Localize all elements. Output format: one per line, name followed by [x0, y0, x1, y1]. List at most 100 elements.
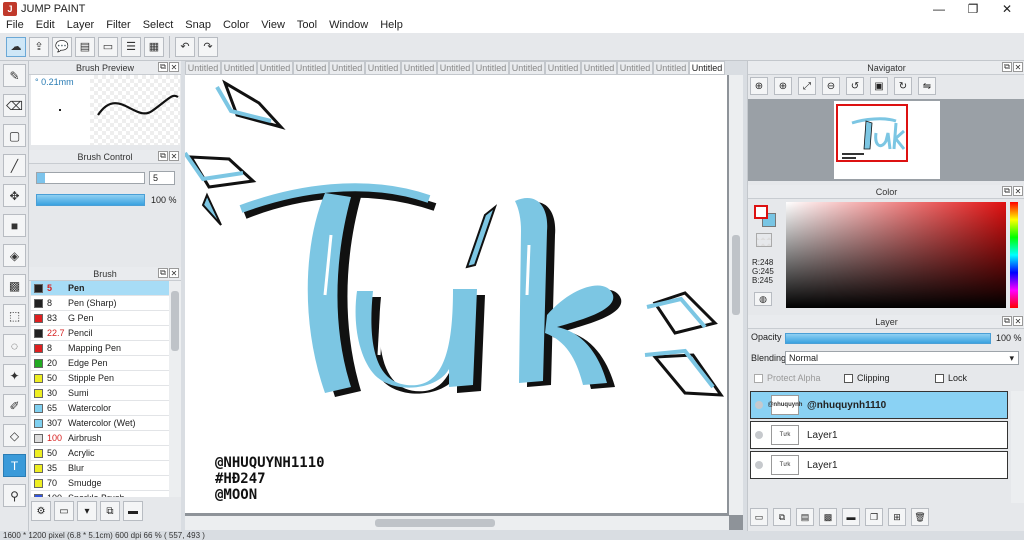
hue-slider[interactable] [1010, 202, 1018, 308]
brush-item[interactable]: 50 Stipple Pen [31, 371, 180, 386]
menu-window[interactable]: Window [323, 19, 374, 31]
reset-view-icon[interactable]: ▣ [870, 77, 888, 95]
brush-menu-icon[interactable]: ▾ [77, 501, 97, 521]
menu-layer[interactable]: Layer [61, 19, 101, 31]
document-tab[interactable]: Untitled [545, 61, 581, 75]
select-pen-tool-icon[interactable]: ✐ [3, 394, 26, 417]
menu-edit[interactable]: Edit [30, 19, 61, 31]
float-panel-icon[interactable]: ⧉ [158, 268, 168, 278]
brush-item[interactable]: 70 Smudge [31, 476, 180, 491]
document-tab[interactable]: Untitled [185, 61, 221, 75]
new-layer-icon[interactable]: ▭ [750, 508, 768, 526]
brush-folder-icon[interactable]: ▬ [123, 501, 143, 521]
navigator-view[interactable] [748, 99, 1024, 181]
flip-icon[interactable]: ⇋ [918, 77, 936, 95]
protect-alpha-checkbox[interactable]: Protect Alpha [754, 373, 821, 383]
brush-item[interactable]: 5 Pen [31, 281, 180, 296]
float-panel-icon[interactable]: ⧉ [158, 62, 168, 72]
layer-folder-icon[interactable]: ▬ [842, 508, 860, 526]
document-tab[interactable]: Untitled [509, 61, 545, 75]
rectangle-tool-icon[interactable]: ▢ [3, 124, 26, 147]
canvas-horizontal-scrollbar[interactable] [185, 516, 729, 530]
document-tab[interactable]: Untitled [653, 61, 689, 75]
brush-item[interactable]: 50 Acrylic [31, 446, 180, 461]
menu-color[interactable]: Color [217, 19, 255, 31]
brush-opacity-slider[interactable] [36, 194, 145, 206]
zoom-in-icon[interactable]: ⊕ [750, 77, 768, 95]
close-panel-icon[interactable]: ✕ [169, 151, 179, 161]
document-tab[interactable]: Untitled [293, 61, 329, 75]
rotate-right-icon[interactable]: ↻ [894, 77, 912, 95]
transparent-color-swatch[interactable] [756, 233, 772, 247]
close-panel-icon[interactable]: ✕ [1013, 316, 1023, 326]
visibility-icon[interactable] [755, 431, 763, 439]
zoom-out-icon[interactable]: ⊖ [822, 77, 840, 95]
menu-snap[interactable]: Snap [179, 19, 217, 31]
list-icon[interactable]: ☰ [121, 36, 141, 57]
brush-settings-icon[interactable]: ⚙ [31, 501, 51, 521]
brush-item[interactable]: 83 G Pen [31, 311, 180, 326]
brush-item[interactable]: 8 Mapping Pen [31, 341, 180, 356]
move-tool-icon[interactable]: ✥ [3, 184, 26, 207]
canvas-vertical-scrollbar[interactable] [729, 75, 743, 515]
minimize-button[interactable]: — [922, 0, 956, 17]
document-tab[interactable]: Untitled [437, 61, 473, 75]
lasso-tool-icon[interactable]: ◌ [3, 334, 26, 357]
fill-rect-tool-icon[interactable]: ■ [3, 214, 26, 237]
document-tab[interactable]: Untitled [473, 61, 509, 75]
layer-row[interactable]: @nhuquynh @nhuquynh1110 [750, 391, 1008, 419]
export-icon[interactable]: ⇪ [29, 36, 49, 57]
visibility-icon[interactable] [755, 401, 763, 409]
float-panel-icon[interactable]: ⧉ [1002, 316, 1012, 326]
close-panel-icon[interactable]: ✕ [1013, 186, 1023, 196]
page-icon[interactable]: ▭ [98, 36, 118, 57]
brush-item[interactable]: 8 Pen (Sharp) [31, 296, 180, 311]
float-panel-icon[interactable]: ⧉ [1002, 186, 1012, 196]
brush-item[interactable]: 22.7 Pencil [31, 326, 180, 341]
duplicate-layer-icon[interactable]: ❐ [865, 508, 883, 526]
line-tool-icon[interactable]: ╱ [3, 154, 26, 177]
rotate-left-icon[interactable]: ↺ [846, 77, 864, 95]
document-tab[interactable]: Untitled [401, 61, 437, 75]
pen-tool-icon[interactable]: ✎ [3, 64, 26, 87]
select-rect-tool-icon[interactable]: ⬚ [3, 304, 26, 327]
text-tool-icon[interactable]: T [3, 454, 26, 477]
layer-row[interactable]: Tưk Layer1 [750, 451, 1008, 479]
new-layer-copy-icon[interactable]: ⧉ [773, 508, 791, 526]
document-tab[interactable]: Untitled [257, 61, 293, 75]
float-panel-icon[interactable]: ⧉ [158, 151, 168, 161]
new-raster-layer-icon[interactable]: ▤ [796, 508, 814, 526]
menu-help[interactable]: Help [374, 19, 409, 31]
document-tab[interactable]: Untitled [221, 61, 257, 75]
brush-list-scrollbar[interactable] [169, 281, 181, 497]
layer-opacity-slider[interactable] [785, 333, 991, 344]
lock-checkbox[interactable]: Lock [935, 373, 967, 383]
magic-wand-tool-icon[interactable]: ✦ [3, 364, 26, 387]
foreground-color-swatch[interactable] [754, 205, 768, 219]
drawing-canvas[interactable]: @NHUQUYNH1110 #HĐ247 @MOON [185, 75, 727, 513]
eraser-tool-icon[interactable]: ⌫ [3, 94, 26, 117]
select-eraser-tool-icon[interactable]: ◇ [3, 424, 26, 447]
comment-icon[interactable]: 💬 [52, 36, 72, 57]
menu-select[interactable]: Select [137, 19, 180, 31]
brush-item[interactable]: 20 Edge Pen [31, 356, 180, 371]
undo-icon[interactable]: ↶ [175, 36, 195, 57]
zoom-in-alt-icon[interactable]: ⊕ [774, 77, 792, 95]
document-tab[interactable]: Untitled [617, 61, 653, 75]
gradient-tool-icon[interactable]: ▩ [3, 274, 26, 297]
redo-icon[interactable]: ↷ [198, 36, 218, 57]
saturation-value-picker[interactable] [786, 202, 1006, 308]
grid-settings-icon[interactable]: ▦ [144, 36, 164, 57]
close-panel-icon[interactable]: ✕ [1013, 62, 1023, 72]
blending-select[interactable]: Normal ▾ [785, 351, 1019, 365]
menu-file[interactable]: File [0, 19, 30, 31]
brush-item[interactable]: 30 Sumi [31, 386, 180, 401]
message-icon[interactable]: ▤ [75, 36, 95, 57]
menu-tool[interactable]: Tool [291, 19, 323, 31]
palette-icon[interactable]: ◍ [754, 292, 772, 306]
visibility-icon[interactable] [755, 461, 763, 469]
bucket-tool-icon[interactable]: ◈ [3, 244, 26, 267]
viewport-rectangle[interactable] [836, 104, 908, 162]
document-tab[interactable]: Untitled [365, 61, 401, 75]
brush-item[interactable]: 307 Watercolor (Wet) [31, 416, 180, 431]
